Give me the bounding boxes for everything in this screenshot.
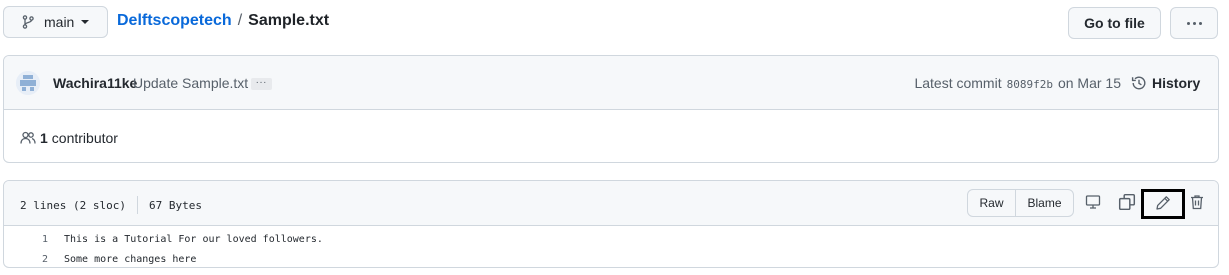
line-content: This is a Tutorial For our loved followe…: [64, 233, 323, 245]
avatar[interactable]: [16, 71, 40, 95]
line-content: Some more changes here: [64, 253, 197, 265]
edit-file-button[interactable]: [1141, 189, 1185, 219]
breadcrumb-repo-link[interactable]: Delftscopetech: [117, 12, 232, 30]
people-icon: [20, 130, 36, 146]
blame-button[interactable]: Blame: [1016, 190, 1073, 216]
go-to-file-button[interactable]: Go to file: [1068, 7, 1161, 39]
file-viewer: 2 lines (2 sloc) 67 Bytes Raw Blame 1 Th…: [3, 180, 1219, 268]
copy-icon: [1118, 193, 1136, 214]
history-button[interactable]: History: [1131, 75, 1215, 91]
open-desktop-button[interactable]: [1083, 193, 1103, 213]
copy-raw-button[interactable]: [1117, 193, 1137, 213]
breadcrumb: Delftscopetech / Sample.txt: [117, 12, 329, 30]
git-branch-icon: [20, 14, 36, 30]
delete-file-button[interactable]: [1187, 193, 1207, 213]
contributors-link[interactable]: 1 contributor: [20, 130, 118, 146]
history-label: History: [1152, 75, 1201, 91]
pencil-icon: [1155, 195, 1171, 214]
kebab-horizontal-icon: [1186, 21, 1190, 25]
contributor-label: contributor: [51, 130, 118, 146]
file-header: 2 lines (2 sloc) 67 Bytes Raw Blame: [4, 181, 1218, 226]
breadcrumb-separator: /: [237, 12, 243, 29]
file-lines-info: 2 lines (2 sloc): [20, 198, 126, 212]
commit-sha-link[interactable]: 8089f2b: [1007, 78, 1053, 91]
commit-message[interactable]: Update Sample.txt: [133, 75, 248, 91]
contributor-count: 1: [40, 130, 48, 146]
code-view: 1 This is a Tutorial For our loved follo…: [4, 226, 1218, 267]
commit-date: on Mar 15: [1057, 75, 1121, 91]
chevron-down-icon: [81, 20, 90, 24]
raw-blame-group: Raw Blame: [967, 189, 1074, 217]
more-options-button[interactable]: [1170, 7, 1218, 39]
desktop-icon: [1085, 194, 1101, 213]
history-icon: [1131, 75, 1147, 91]
code-line: 1 This is a Tutorial For our loved follo…: [4, 229, 1218, 249]
latest-commit-info: Latest commit 8089f2b on Mar 15: [914, 75, 1121, 91]
file-info: 2 lines (2 sloc) 67 Bytes: [20, 196, 202, 214]
raw-button[interactable]: Raw: [968, 190, 1016, 216]
commit-expand-button[interactable]: ...: [251, 76, 272, 90]
branch-selector-button[interactable]: main: [3, 6, 108, 38]
commit-author[interactable]: Wachira11ke: [53, 75, 137, 91]
line-number[interactable]: 1: [4, 234, 48, 245]
line-number[interactable]: 2: [4, 254, 48, 265]
trash-icon: [1189, 194, 1205, 213]
file-size: 67 Bytes: [148, 198, 202, 212]
commit-header: Wachira11ke Update Sample.txt ... Latest…: [4, 56, 1218, 110]
latest-commit-label: Latest commit: [914, 75, 1002, 91]
breadcrumb-file-name: Sample.txt: [248, 12, 330, 29]
code-line: 2 Some more changes here: [4, 249, 1218, 267]
commit-panel: Wachira11ke Update Sample.txt ... Latest…: [3, 55, 1219, 163]
branch-name: main: [44, 14, 75, 30]
divider: [136, 196, 138, 214]
